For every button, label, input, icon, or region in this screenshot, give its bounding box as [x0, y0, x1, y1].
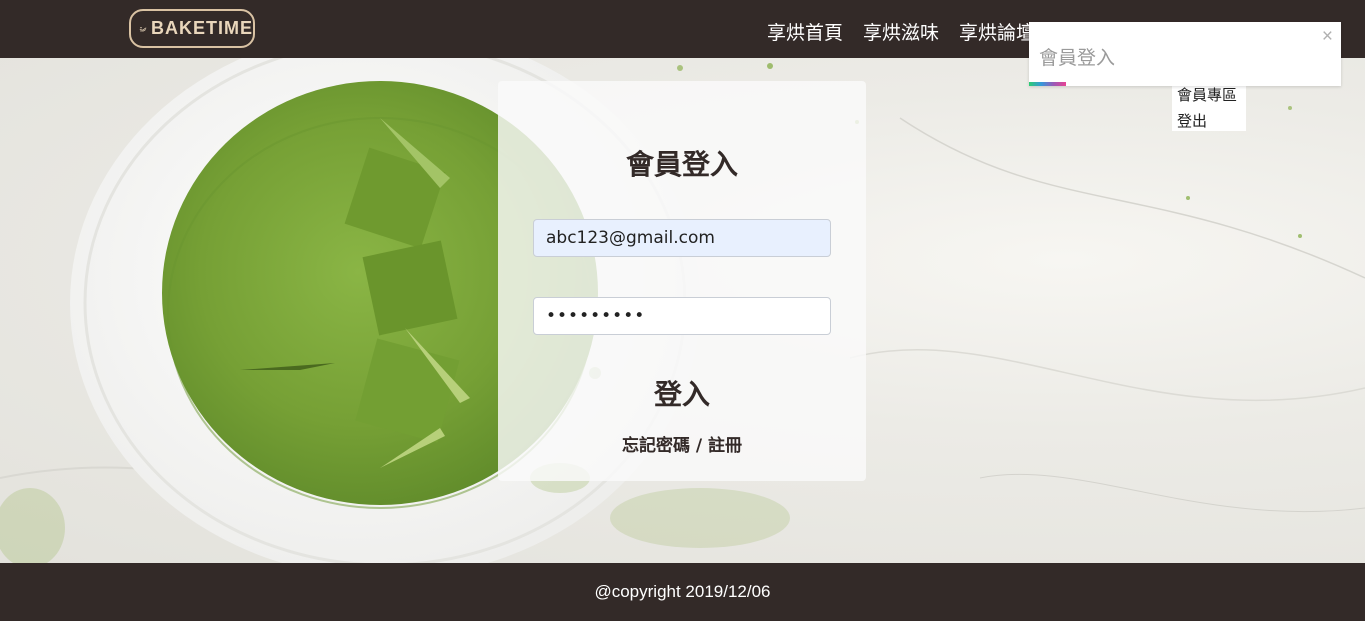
main-nav: 享烘首頁 享烘滋味 享烘論壇: [767, 18, 1035, 45]
brand-logo[interactable]: BAKETIME: [129, 9, 255, 48]
toast-progress-bar: [1029, 82, 1066, 86]
nav-item-flavors[interactable]: 享烘滋味: [863, 18, 939, 45]
login-title: 會員登入: [625, 148, 738, 181]
nav-item-home[interactable]: 享烘首頁: [767, 18, 843, 45]
footer: @copyright 2019/12/06: [0, 563, 1365, 621]
copyright-text: @copyright 2019/12/06: [594, 582, 771, 601]
nav-item-forum[interactable]: 享烘論壇: [959, 18, 1035, 45]
hero-background: 會員登入 abc123@gmail.com ••••••••• 登入 忘記密碼 …: [0, 58, 1365, 563]
member-dropdown-menu: 會員專區 登出: [1172, 80, 1246, 131]
email-field[interactable]: abc123@gmail.com: [533, 219, 831, 257]
toast-message: 會員登入: [1039, 47, 1116, 69]
login-card: 會員登入 abc123@gmail.com ••••••••• 登入 忘記密碼 …: [498, 81, 866, 481]
whisk-icon: [139, 26, 147, 31]
login-button[interactable]: 登入: [498, 373, 866, 413]
close-icon[interactable]: ×: [1322, 26, 1333, 48]
menu-item-logout[interactable]: 登出: [1177, 108, 1241, 134]
brand-logo-text: BAKETIME: [151, 18, 253, 38]
password-field[interactable]: •••••••••: [533, 297, 831, 335]
toast-notification: 會員登入 ×: [1029, 22, 1341, 86]
forgot-password-register-link[interactable]: 忘記密碼 / 註冊: [498, 431, 866, 456]
